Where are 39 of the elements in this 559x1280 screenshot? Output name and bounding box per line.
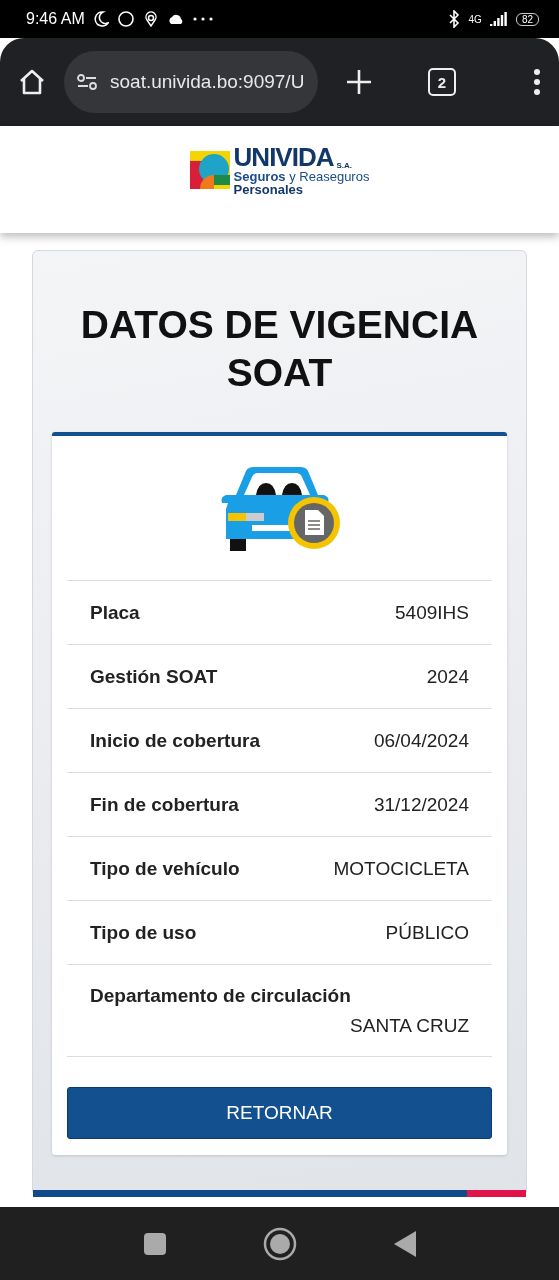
brand-name: UNIVIDA — [233, 143, 334, 170]
detail-label: Inicio de cobertura — [90, 729, 260, 752]
brand-suffix: S.A. — [336, 161, 353, 170]
detail-label: Gestión SOAT — [90, 665, 218, 688]
more-icon — [192, 17, 213, 21]
detail-value: 31/12/2024 — [373, 793, 469, 816]
address-field[interactable]: soat.univida.bo:9097/U — [64, 51, 318, 113]
location-icon — [142, 11, 159, 27]
cloud-icon — [166, 13, 185, 25]
return-button[interactable]: RETORNAR — [67, 1087, 492, 1140]
detail-label: Tipo de vehículo — [90, 857, 240, 880]
new-tab-icon[interactable] — [346, 69, 372, 95]
brand-tagline: Personales — [233, 182, 303, 196]
network-label: 4G — [468, 13, 482, 25]
site-settings-icon[interactable] — [76, 73, 98, 91]
detail-value: 06/04/2024 — [373, 729, 469, 752]
recents-icon[interactable] — [142, 1231, 167, 1256]
brand-tagline: Seguros y Reaseguros — [233, 169, 370, 183]
detail-value: 5409IHS — [395, 601, 469, 624]
logo-icon — [189, 150, 230, 189]
detail-value: 2024 — [426, 665, 469, 688]
menu-icon[interactable] — [533, 69, 541, 95]
bluetooth-icon — [446, 10, 461, 28]
detail-label: Placa — [90, 601, 140, 624]
battery-level: 82 — [515, 12, 539, 26]
detail-value: PÚBLICO — [385, 921, 469, 944]
detail-value: SANTA CRUZ — [349, 1015, 469, 1038]
moon-icon — [92, 11, 109, 27]
detail-label: Fin de cobertura — [90, 793, 239, 816]
status-time: 9:46 AM — [26, 10, 85, 28]
home-nav-icon[interactable] — [262, 1226, 297, 1261]
tab-count-button[interactable]: 2 — [428, 68, 456, 96]
detail-value: MOTOCICLETA — [333, 857, 469, 880]
detail-label: Tipo de uso — [90, 921, 197, 944]
home-icon[interactable] — [18, 68, 46, 96]
back-icon[interactable] — [392, 1229, 417, 1258]
detail-label: Departamento de circulación — [90, 985, 352, 1008]
signal-icon — [489, 12, 508, 26]
page-title: DATOS DE VIGENCIA SOAT — [79, 302, 480, 396]
